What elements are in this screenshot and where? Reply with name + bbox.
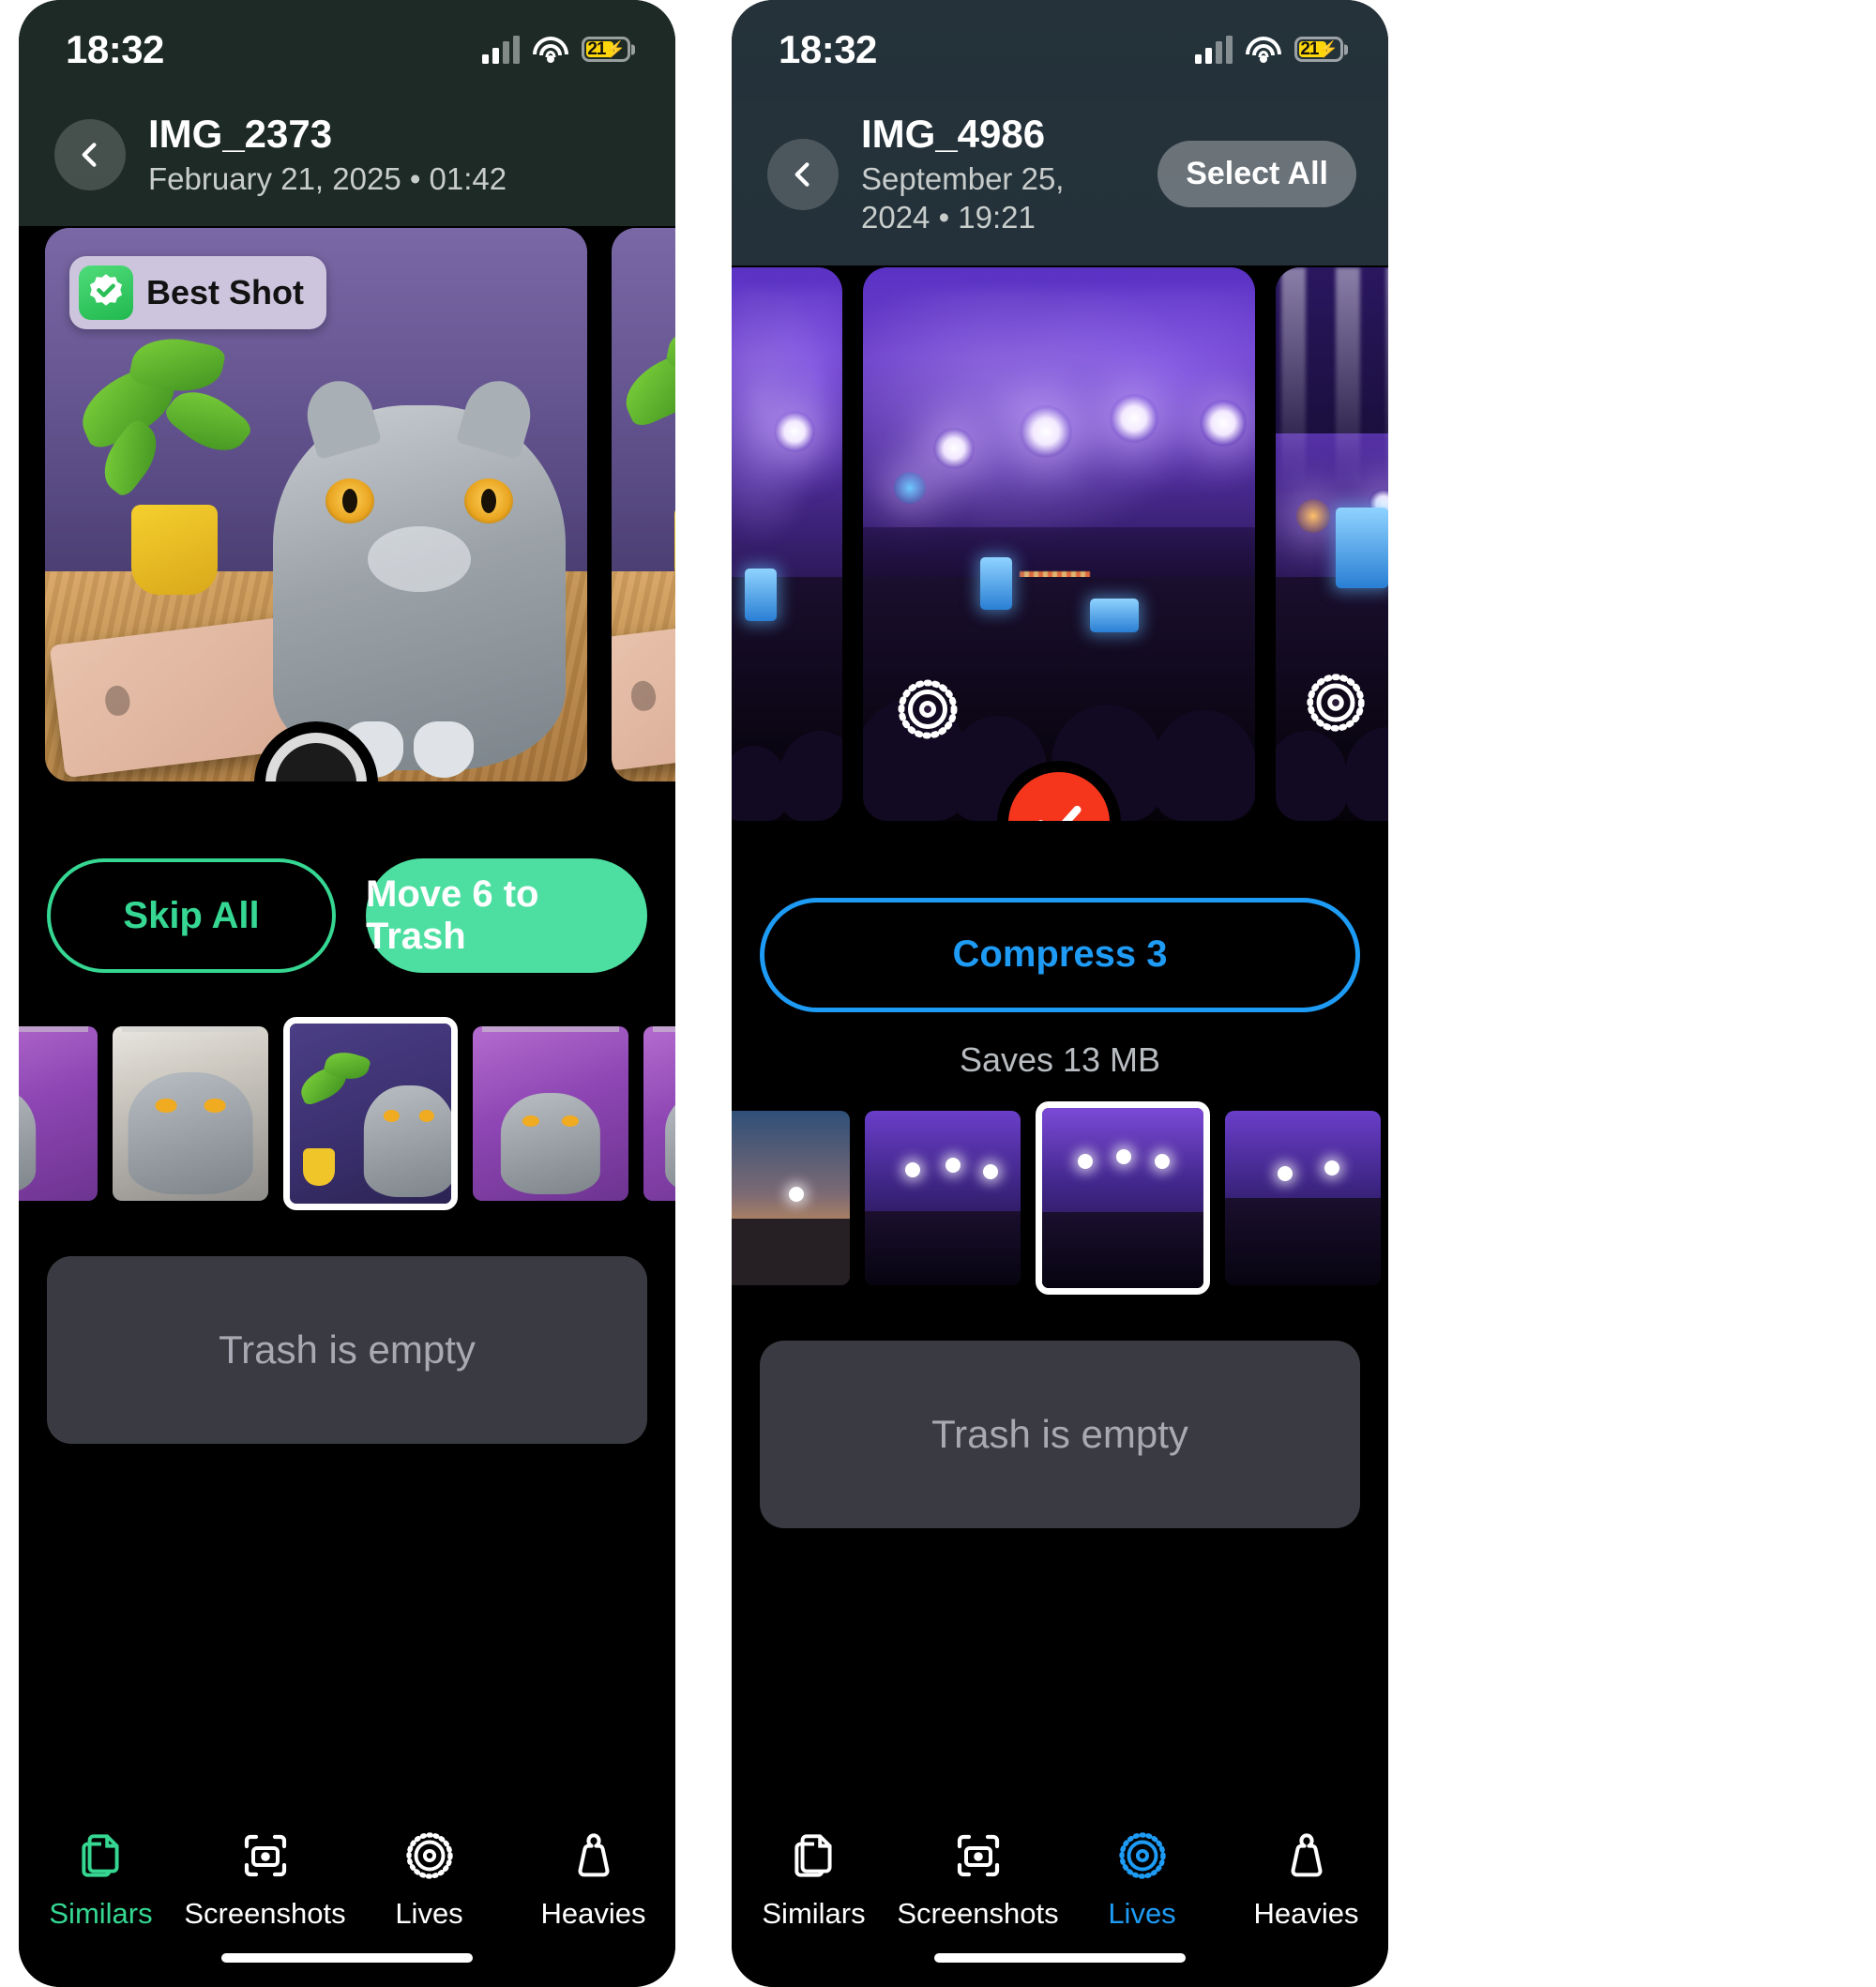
camera-frame-icon	[952, 1826, 1005, 1886]
tab-label: Lives	[1108, 1897, 1176, 1930]
cellular-signal-icon	[482, 35, 520, 64]
tab-bar: Similars Screenshots Lives Heavies	[19, 1809, 675, 1987]
back-button[interactable]	[54, 119, 126, 191]
nav-header: IMG_4986 September 25, 2024 • 19:21 Sele…	[732, 99, 1388, 265]
filmstrip-item[interactable]	[19, 1026, 98, 1202]
compress-button[interactable]: Compress 3	[760, 897, 1360, 1012]
status-bar: 18:32 21⚡	[732, 0, 1388, 99]
verified-seal-icon	[79, 265, 133, 321]
nav-header: IMG_2373 February 21, 2025 • 01:42	[19, 99, 675, 227]
page-title: IMG_4986	[861, 112, 1046, 156]
filmstrip-item[interactable]	[865, 1110, 1021, 1285]
header-title-group: IMG_2373 February 21, 2025 • 01:42	[148, 112, 643, 198]
weight-icon	[567, 1826, 620, 1886]
page-subtitle: September 25, 2024 • 19:21	[861, 161, 1065, 235]
hero-photo-primary[interactable]: Best Shot	[45, 228, 587, 782]
filmstrip-item-selected[interactable]	[283, 1017, 458, 1211]
filmstrip-item[interactable]	[113, 1026, 268, 1202]
check-icon	[1038, 805, 1082, 821]
live-photo-icon	[402, 1826, 457, 1886]
hero-photo-secondary[interactable]	[612, 228, 675, 782]
charging-bolt-icon: ⚡	[1318, 40, 1338, 58]
phone-screen-lives: 18:32 21⚡ IMG_4986 September 25, 2024 • …	[732, 0, 1388, 1987]
move-to-trash-button[interactable]: Move 6 to Trash	[366, 858, 647, 974]
cellular-signal-icon	[1195, 35, 1233, 64]
battery-level: 21	[587, 39, 606, 59]
status-icons: 21⚡	[1195, 35, 1343, 64]
tab-similars[interactable]: Similars	[19, 1826, 183, 1931]
header-title-group: IMG_4986 September 25, 2024 • 19:21	[861, 112, 1135, 237]
filmstrip-item[interactable]	[732, 1110, 850, 1285]
home-indicator	[934, 1953, 1186, 1963]
page-subtitle: February 21, 2025 • 01:42	[148, 161, 507, 197]
hero-photo-previous[interactable]	[732, 266, 842, 821]
tab-screenshots[interactable]: Screenshots	[896, 1826, 1060, 1931]
tab-label: Heavies	[1253, 1897, 1359, 1930]
chevron-left-icon	[82, 143, 97, 167]
saves-label: Saves 13 MB	[732, 1011, 1388, 1080]
page-title: IMG_2373	[148, 112, 333, 156]
filmstrip-item[interactable]	[643, 1026, 675, 1202]
filmstrip[interactable]	[732, 1096, 1388, 1299]
trash-status-bar[interactable]: Trash is empty	[47, 1256, 647, 1445]
status-bar: 18:32 21⚡	[19, 0, 675, 99]
chevron-left-icon	[794, 162, 809, 187]
hero-photo-next[interactable]	[1276, 266, 1388, 821]
tab-label: Similars	[762, 1897, 866, 1930]
hero-photo-primary[interactable]	[863, 266, 1255, 821]
skip-all-button[interactable]: Skip All	[47, 858, 336, 974]
stacked-photos-icon	[787, 1826, 841, 1886]
tab-heavies[interactable]: Heavies	[511, 1826, 675, 1931]
hero-stage	[732, 265, 1388, 873]
select-all-button[interactable]: Select All	[1157, 141, 1356, 208]
tab-heavies[interactable]: Heavies	[1224, 1826, 1388, 1931]
home-indicator	[221, 1953, 473, 1963]
battery-icon: 21⚡	[1294, 37, 1343, 62]
tab-bar: Similars Screenshots Lives Heavies	[732, 1809, 1388, 1987]
action-buttons-row: Skip All Move 6 to Trash	[19, 834, 675, 974]
filmstrip-item[interactable]	[473, 1026, 628, 1202]
charging-bolt-icon: ⚡	[605, 40, 625, 58]
stacked-photos-icon	[74, 1826, 129, 1886]
tab-similars[interactable]: Similars	[732, 1826, 896, 1931]
best-shot-badge: Best Shot	[69, 256, 327, 330]
tab-label: Heavies	[540, 1897, 646, 1930]
filmstrip[interactable]	[19, 1012, 675, 1216]
tab-label: Lives	[395, 1897, 463, 1930]
trash-status-bar[interactable]: Trash is empty	[760, 1340, 1360, 1528]
weight-icon	[1280, 1826, 1333, 1886]
tab-label: Screenshots	[184, 1897, 346, 1930]
hero-stage: Best Shot	[19, 226, 675, 835]
battery-icon: 21⚡	[582, 37, 630, 62]
battery-level: 21	[1300, 39, 1319, 59]
phone-screen-similars: 18:32 21⚡ IMG_2373 February 21, 2025 • 0…	[19, 0, 675, 1987]
action-buttons-row: Compress 3	[732, 872, 1388, 1012]
wifi-icon	[1246, 36, 1281, 63]
best-shot-label: Best Shot	[146, 273, 305, 312]
tab-screenshots[interactable]: Screenshots	[183, 1826, 347, 1931]
camera-frame-icon	[239, 1826, 292, 1886]
live-photo-icon	[1115, 1826, 1170, 1886]
status-clock: 18:32	[66, 26, 164, 71]
status-clock: 18:32	[779, 26, 877, 71]
tab-label: Screenshots	[897, 1897, 1059, 1930]
wifi-icon	[533, 36, 568, 63]
tab-lives[interactable]: Lives	[347, 1826, 511, 1931]
tab-label: Similars	[49, 1897, 153, 1930]
back-button[interactable]	[767, 138, 839, 210]
filmstrip-item-selected[interactable]	[1036, 1100, 1210, 1295]
tab-lives[interactable]: Lives	[1060, 1826, 1224, 1931]
status-icons: 21⚡	[482, 35, 630, 64]
filmstrip-item[interactable]	[1225, 1110, 1381, 1285]
